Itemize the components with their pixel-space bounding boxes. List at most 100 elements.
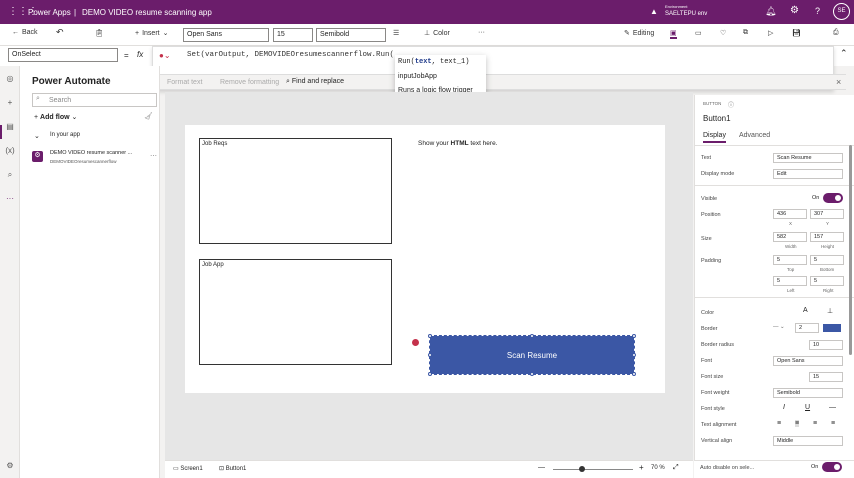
formula-input[interactable]: Set(varOutput, DEMOVIDEOresumescannerflo…	[187, 51, 394, 59]
search-icon[interactable]: ⌕	[5, 170, 15, 180]
copilot-icon[interactable]: ▣	[670, 29, 677, 39]
zoom-slider-thumb[interactable]	[579, 466, 585, 472]
autocomplete-item[interactable]: Run(text, text_1)	[395, 55, 486, 70]
align-right-icon[interactable]: ≡	[813, 420, 817, 427]
fit-screen-icon[interactable]: ⤢	[673, 464, 679, 472]
zoom-slider[interactable]	[553, 469, 633, 470]
collapse-chevron-icon[interactable]: ⌃	[840, 48, 848, 59]
padding-bottom-input[interactable]: 5	[810, 255, 844, 265]
auto-disable-toggle[interactable]	[822, 462, 842, 472]
play-icon[interactable]: ▷	[768, 29, 773, 37]
y-input[interactable]: 307	[810, 209, 844, 219]
tree-view-icon[interactable]: ◎	[5, 74, 15, 84]
border-color-swatch[interactable]	[823, 324, 841, 332]
broom-icon[interactable]: 🧹︎	[144, 112, 153, 120]
undo-icon[interactable]: ↶	[56, 27, 64, 38]
scrollbar[interactable]	[849, 145, 852, 355]
text-color-icon[interactable]: A	[803, 307, 808, 314]
resize-handle[interactable]	[530, 372, 534, 376]
align-left-icon[interactable]: ≡	[777, 420, 781, 427]
border-style-select[interactable]: — ⌄	[773, 324, 785, 330]
padding-top-input[interactable]: 5	[773, 255, 807, 265]
close-icon[interactable]: ×	[836, 77, 841, 87]
color-button[interactable]: ⊥ Color	[424, 29, 450, 38]
vertical-align-label: Vertical align	[701, 438, 733, 444]
find-replace-button[interactable]: ⌕ Find and replace	[286, 78, 344, 86]
underline-icon[interactable]: U	[805, 404, 810, 411]
justify-icon[interactable]: ≡	[831, 420, 835, 427]
paste-icon[interactable]: 📋︎	[95, 29, 104, 37]
control-breadcrumb[interactable]: ⊡ Button1	[219, 465, 246, 472]
app-checker-icon[interactable]: ♡	[720, 29, 726, 37]
gear-icon[interactable]: ⚙	[790, 5, 799, 16]
share-icon[interactable]: ⧉	[743, 29, 748, 37]
vertical-align-select[interactable]: Middle	[773, 436, 843, 446]
add-flow-button[interactable]: + Add flow ⌄	[34, 113, 77, 121]
resize-handle[interactable]	[428, 334, 432, 338]
resize-handle[interactable]	[632, 353, 636, 357]
help-icon[interactable]: ?	[815, 6, 820, 16]
font-select[interactable]: Open Sans	[773, 356, 843, 366]
environment-icon: ▲	[650, 7, 658, 16]
insert-icon[interactable]: +	[5, 98, 15, 108]
autocomplete-item[interactable]: inputJobApp	[395, 70, 486, 85]
font-size-input[interactable]: 15	[809, 372, 843, 382]
italic-icon[interactable]: I	[783, 404, 785, 411]
resize-handle[interactable]	[632, 334, 636, 338]
format-text-button[interactable]: Format text	[167, 79, 202, 86]
info-icon[interactable]: ⓘ	[728, 100, 734, 109]
scan-resume-button[interactable]: Scan Resume	[429, 335, 635, 375]
copilot-formula-icon[interactable]: ●⌄	[159, 51, 171, 60]
fill-color-icon[interactable]: ⊥	[827, 307, 833, 315]
font-size-input[interactable]: 15	[273, 28, 313, 42]
search-input[interactable]: Search	[32, 93, 157, 107]
tab-display[interactable]: Display	[703, 132, 726, 143]
font-weight-select[interactable]: Semibold	[316, 28, 386, 42]
width-input[interactable]: 582	[773, 232, 807, 242]
editing-button[interactable]: ✎ Editing	[624, 29, 654, 38]
insert-button[interactable]: + Insert ⌄	[135, 29, 168, 38]
visible-toggle[interactable]	[823, 193, 843, 203]
html-text[interactable]: Show your HTML text here.	[418, 140, 498, 147]
back-button[interactable]: ← Back	[12, 29, 38, 36]
resize-handle[interactable]	[632, 372, 636, 376]
zoom-out-button[interactable]: —	[538, 464, 545, 471]
job-reqs-input[interactable]: Job Reqs	[199, 138, 392, 244]
font-weight-select[interactable]: Semibold	[773, 388, 843, 398]
zoom-in-button[interactable]: +	[639, 463, 644, 472]
align-icon[interactable]: ☰	[393, 29, 399, 37]
tab-advanced[interactable]: Advanced	[739, 132, 770, 139]
data-icon[interactable]: ▤	[5, 122, 15, 132]
remove-formatting-button[interactable]: Remove formatting	[220, 79, 279, 86]
flow-item[interactable]: ⚙ DEMO VIDEO resume scanner ... DEMOVIDE…	[32, 150, 157, 168]
screen-breadcrumb[interactable]: ▭ Screen1	[173, 465, 203, 472]
more-icon[interactable]: ···	[478, 29, 485, 36]
padding-left-input[interactable]: 5	[773, 276, 807, 286]
avatar[interactable]: SE	[833, 3, 850, 20]
height-input[interactable]: 157	[810, 232, 844, 242]
property-select[interactable]: OnSelect	[8, 48, 118, 62]
resize-handle[interactable]	[530, 334, 534, 338]
settings-icon[interactable]: ⚙	[5, 461, 15, 471]
comment-icon[interactable]: ▭	[695, 29, 702, 37]
strikethrough-icon[interactable]: —	[829, 404, 836, 411]
variables-icon[interactable]: (x)	[5, 146, 15, 156]
resize-handle[interactable]	[428, 353, 432, 357]
font-select[interactable]: Open Sans	[183, 28, 269, 42]
text-input[interactable]: Scan Resume	[773, 153, 843, 163]
align-center-icon[interactable]: ≡	[795, 420, 800, 427]
job-app-input[interactable]: Job App	[199, 259, 392, 365]
save-icon[interactable]: 💾︎	[792, 29, 801, 37]
border-radius-input[interactable]: 10	[809, 340, 843, 350]
section-chevron-icon[interactable]: ⌄	[34, 132, 40, 140]
more-icon[interactable]: ···	[5, 194, 15, 204]
x-input[interactable]: 436	[773, 209, 807, 219]
resize-handle[interactable]	[428, 372, 432, 376]
display-mode-select[interactable]: Edit	[773, 169, 843, 179]
border-width-input[interactable]: 2	[795, 323, 819, 333]
more-icon[interactable]: ⋯	[150, 152, 157, 160]
publish-icon[interactable]: ⎙	[833, 29, 839, 37]
padding-right-input[interactable]: 5	[810, 276, 844, 286]
bell-icon[interactable]: 🔔︎	[765, 6, 776, 17]
env-name[interactable]: SAELTEPU env	[665, 11, 707, 17]
